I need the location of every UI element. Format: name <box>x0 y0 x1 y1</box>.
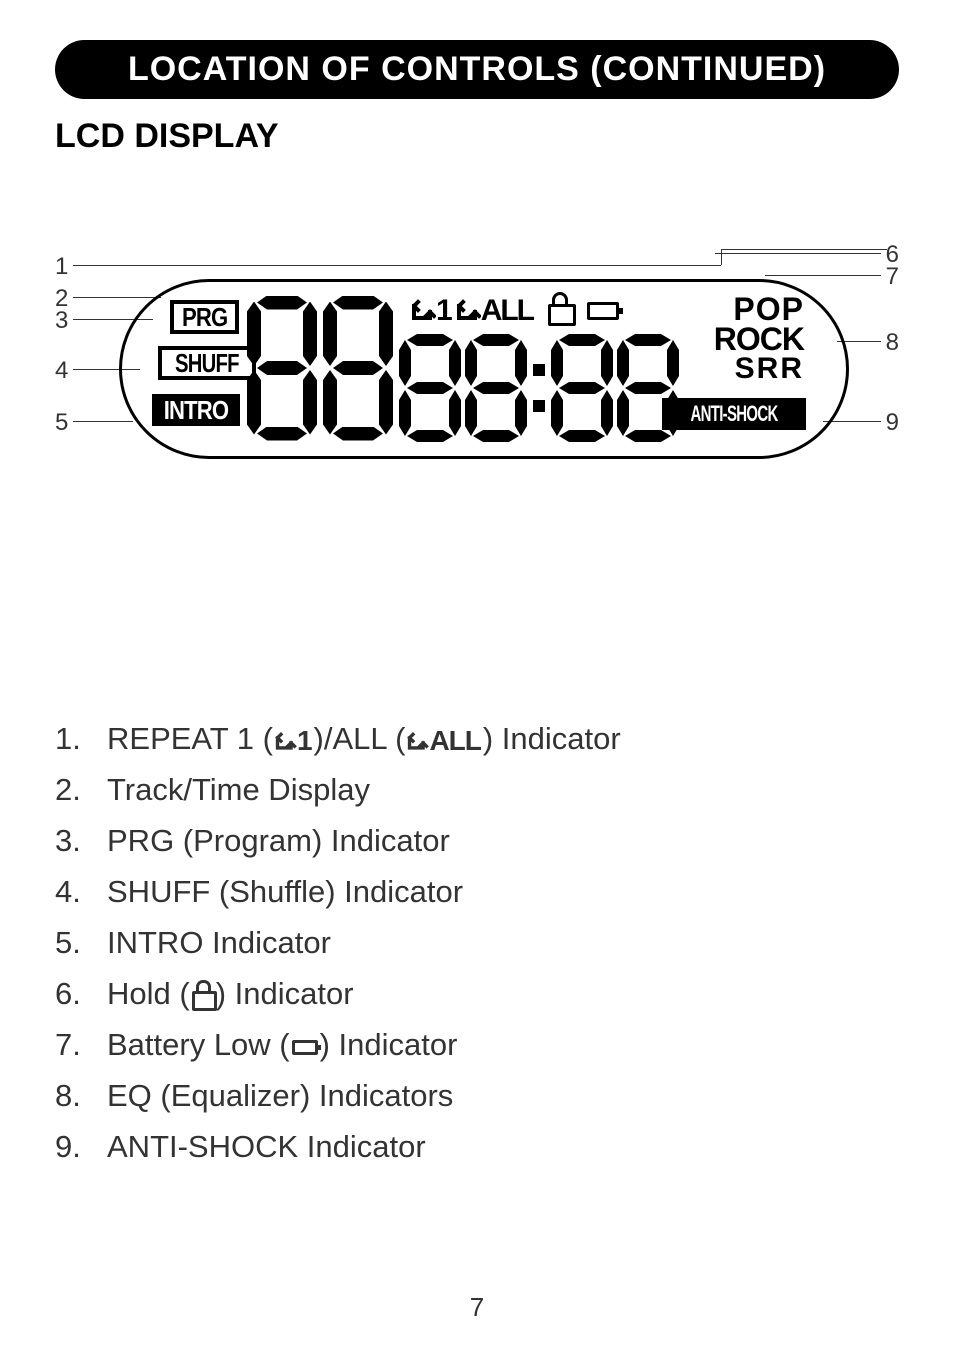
time-colon <box>531 334 547 442</box>
seven-seg-digit <box>551 334 613 442</box>
seven-seg-digit <box>323 296 393 441</box>
leader-label-7: 7 <box>886 263 899 291</box>
leader-label-9: 9 <box>886 409 899 437</box>
legend-item-2: 2. Track/Time Display <box>55 772 899 808</box>
leader-label-3: 3 <box>55 307 68 335</box>
leader-label-4: 4 <box>55 357 68 385</box>
legend-item-6: 6. Hold () Indicator <box>55 976 899 1012</box>
repeat-1-icon: 1 <box>275 725 312 757</box>
legend-list: 1. REPEAT 1 (1)/ALL (ALL) Indicator 2. T… <box>55 721 899 1165</box>
leader-line <box>73 265 721 266</box>
anti-shock-indicator: ANTI-SHOCK <box>662 398 806 430</box>
repeat-all-icon: ALL <box>407 725 480 757</box>
prg-indicator: PRG <box>170 300 239 334</box>
seven-seg-digit <box>247 296 317 441</box>
legend-item-3: 3. PRG (Program) Indicator <box>55 823 899 859</box>
legend-item-1: 1. REPEAT 1 (1)/ALL (ALL) Indicator <box>55 721 899 757</box>
lcd-display: PRG SHUFF INTRO ANTI-SHOCK 1 ALL POP ROC… <box>119 279 849 459</box>
legend-item-8: 8. EQ (Equalizer) Indicators <box>55 1078 899 1114</box>
seven-seg-digit <box>465 334 527 442</box>
leader-line <box>721 249 887 250</box>
lock-icon <box>192 988 214 1008</box>
header-banner: LOCATION OF CONTROLS (CONTINUED) <box>55 40 899 99</box>
battery-icon <box>292 1040 318 1055</box>
lcd-diagram: 1 2 3 4 5 6 7 8 9 PRG SHUFF INTRO ANTI-S… <box>55 251 899 541</box>
track-time-display <box>247 294 683 442</box>
legend-item-7: 7. Battery Low () Indicator <box>55 1027 899 1063</box>
shuff-indicator: SHUFF <box>158 346 256 380</box>
eq-srr-label: SRR <box>714 355 804 384</box>
header-title: LOCATION OF CONTROLS (CONTINUED) <box>128 50 826 88</box>
leader-line <box>721 249 722 265</box>
legend-item-9: 9. ANTI-SHOCK Indicator <box>55 1129 899 1165</box>
leader-line <box>715 253 881 254</box>
eq-pop-label: POP <box>714 294 804 324</box>
leader-label-5: 5 <box>55 409 68 437</box>
page-number: 7 <box>470 1292 484 1323</box>
legend-item-4: 4. SHUFF (Shuffle) Indicator <box>55 874 899 910</box>
leader-label-1: 1 <box>55 253 68 281</box>
seven-seg-digit <box>399 334 461 442</box>
leader-line <box>765 275 881 276</box>
seven-seg-digit <box>617 334 679 442</box>
legend-item-5: 5. INTRO Indicator <box>55 925 899 961</box>
intro-indicator: INTRO <box>152 394 240 426</box>
eq-indicators: POP ROCK SRR <box>714 294 804 383</box>
section-title: LCD DISPLAY <box>55 117 899 156</box>
leader-label-8: 8 <box>886 329 899 357</box>
eq-rock-label: ROCK <box>714 324 804 354</box>
